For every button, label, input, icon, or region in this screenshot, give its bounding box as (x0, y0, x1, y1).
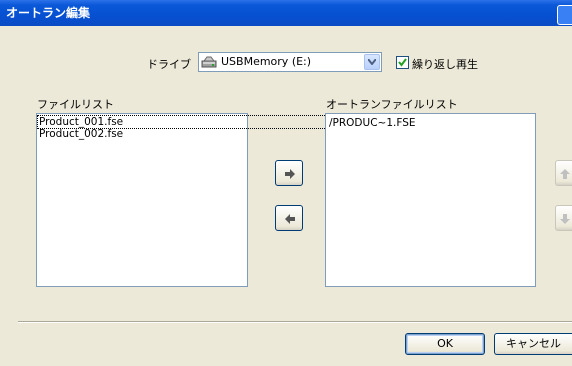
list-item[interactable]: /PRODUC~1.FSE (329, 117, 416, 129)
repeat-checkbox[interactable] (396, 56, 409, 69)
remove-from-autorun-button[interactable] (275, 205, 303, 231)
move-up-button[interactable] (555, 160, 572, 186)
usb-drive-icon (201, 55, 217, 69)
title-bar: オートラン編集 (0, 0, 572, 26)
file-list-label: ファイルリスト (37, 98, 114, 111)
autorun-list[interactable]: /PRODUC~1.FSE (325, 113, 536, 287)
chevron-down-icon[interactable] (364, 54, 380, 70)
list-item[interactable]: Product_001.fse (37, 115, 363, 129)
drive-label: ドライブ (147, 58, 191, 71)
drive-select-value: USBMemory (E:) (221, 55, 312, 68)
file-list[interactable]: Product_001.fse Product_002.fse (36, 113, 363, 287)
add-to-autorun-button[interactable] (275, 160, 303, 186)
move-down-button[interactable] (555, 205, 572, 231)
window-title: オートラン編集 (6, 6, 91, 20)
repeat-label: 繰り返し再生 (412, 58, 478, 71)
autorun-list-label: オートランファイルリスト (326, 98, 458, 111)
ok-button[interactable]: OK (405, 333, 485, 355)
separator (18, 321, 572, 323)
list-item[interactable]: Product_002.fse (39, 128, 123, 140)
close-button[interactable] (557, 5, 572, 25)
drive-select[interactable]: USBMemory (E:) (198, 52, 382, 72)
cancel-button[interactable]: キャンセル (494, 333, 572, 355)
